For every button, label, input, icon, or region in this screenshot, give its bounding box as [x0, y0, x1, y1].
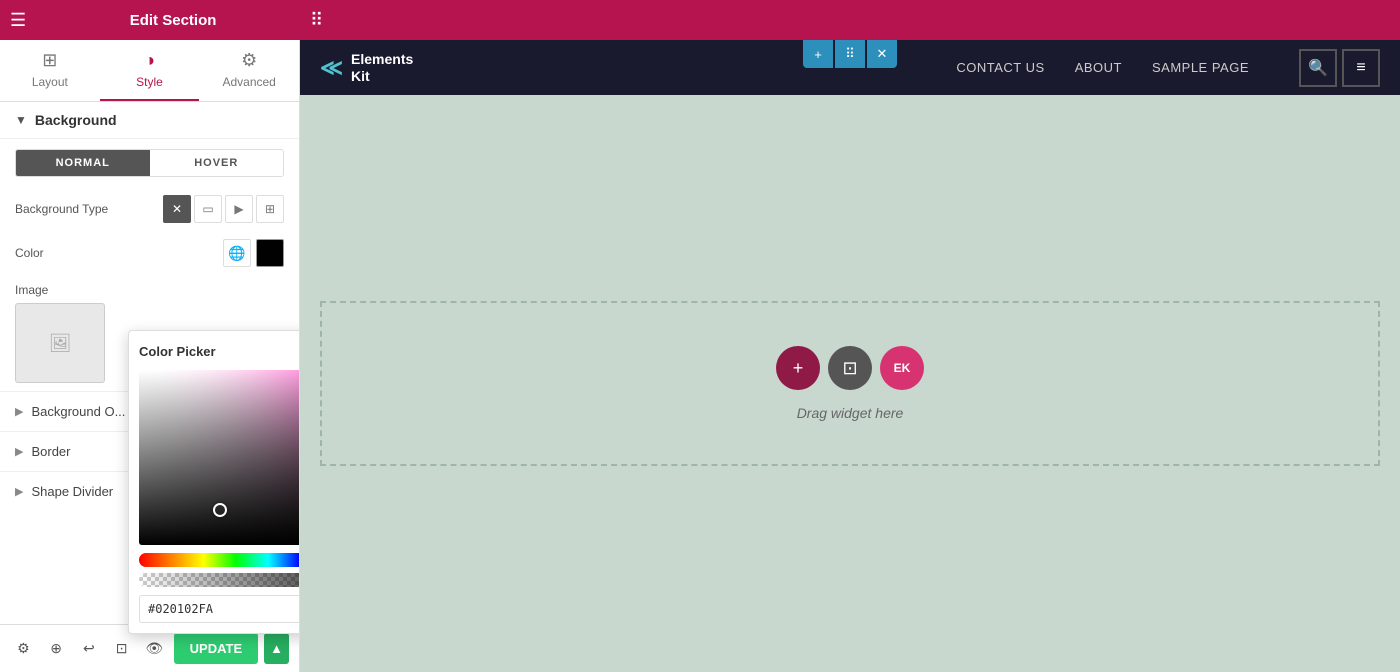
preview-toolbar-btn[interactable]: 👁 [141, 635, 168, 663]
nav-menu-btn[interactable]: ≡ [1342, 49, 1380, 87]
color-row: Color 🌐 [0, 231, 299, 275]
picker-title: Color Picker [139, 344, 300, 359]
normal-toggle-btn[interactable]: NORMAL [16, 150, 150, 176]
chevron-right-icon-overlay: ▶ [15, 405, 23, 418]
alpha-slider-wrapper [139, 573, 300, 587]
nav-links: CONTACT US ABOUT SAMPLE PAGE [956, 60, 1249, 75]
canvas-move-btn[interactable]: ⠿ [835, 40, 865, 68]
page-title: Edit Section [36, 12, 310, 29]
hex-input[interactable] [139, 595, 300, 623]
picker-header: Color Picker ↺ + ⋮ ✒ [139, 341, 300, 362]
background-type-label: Background Type [15, 202, 163, 216]
normal-hover-toggle: NORMAL HOVER [15, 149, 284, 177]
type-icon-gradient[interactable]: ▭ [194, 195, 222, 223]
color-swatch[interactable] [256, 239, 284, 267]
shape-divider-label: Shape Divider [31, 484, 113, 499]
type-icon-video[interactable]: ▶ [225, 195, 253, 223]
color-picker-popup: Color Picker ↺ + ⋮ ✒ [128, 330, 300, 634]
background-type-row: Background Type ✕ ▭ ▶ ⊞ [0, 187, 299, 231]
ek-btn[interactable]: EK [880, 346, 924, 390]
ek-logo-icon: ≪ [320, 55, 343, 81]
add-widget-btn[interactable]: + [776, 346, 820, 390]
chevron-down-icon: ▼ [15, 113, 27, 127]
image-placeholder[interactable]: 🖼 [15, 303, 105, 383]
image-label: Image [15, 283, 284, 297]
canvas-area: + ⠿ ✕ ≪ Elements Kit CONTACT US ABOUT SA… [300, 40, 1400, 672]
color-controls: 🌐 [223, 239, 284, 267]
tab-advanced-label: Advanced [222, 75, 275, 89]
canvas-close-btn[interactable]: ✕ [867, 40, 897, 68]
type-icon-solid[interactable]: ✕ [163, 195, 191, 223]
nav-icons: 🔍 ≡ [1299, 49, 1380, 87]
layout-icon: ⊞ [42, 50, 57, 71]
main-layout: ⊞ Layout ◑ Style ⚙ Advanced ▼ Background… [0, 40, 1400, 672]
canvas-add-btn[interactable]: + [803, 40, 833, 68]
hover-toggle-btn[interactable]: HOVER [150, 150, 284, 176]
tab-style-label: Style [136, 75, 163, 89]
history-toolbar-btn[interactable]: ↩ [75, 635, 102, 663]
section-content: + ⊡ EK Drag widget here [300, 95, 1400, 672]
tab-style[interactable]: ◑ Style [100, 40, 200, 101]
hex-input-row [139, 595, 300, 623]
color-gradient-canvas[interactable] [139, 370, 300, 545]
background-section-header[interactable]: ▼ Background [0, 102, 299, 139]
gradient-dark-overlay [139, 370, 300, 545]
template-btn[interactable]: ⊡ [828, 346, 872, 390]
canvas-top-bar: + ⠿ ✕ [803, 40, 897, 68]
settings-toolbar-btn[interactable]: ⚙ [10, 635, 37, 663]
background-type-icons: ✕ ▭ ▶ ⊞ [163, 195, 284, 223]
update-button[interactable]: UPDATE [174, 633, 258, 664]
top-bar: ☰ Edit Section ⠿ [0, 0, 1400, 40]
border-label: Border [31, 444, 70, 459]
global-color-btn[interactable]: 🌐 [223, 239, 251, 267]
nav-logo: ≪ Elements Kit [320, 51, 413, 85]
hamburger-icon[interactable]: ☰ [10, 10, 26, 31]
update-arrow-button[interactable]: ▲ [264, 633, 289, 664]
color-label: Color [15, 246, 223, 260]
nav-link-about[interactable]: ABOUT [1075, 60, 1122, 75]
tab-layout-label: Layout [32, 75, 68, 89]
drag-widget-text: Drag widget here [797, 405, 904, 421]
tab-advanced[interactable]: ⚙ Advanced [199, 40, 299, 101]
background-section-title: Background [35, 112, 117, 128]
chevron-right-icon-shape: ▶ [15, 485, 23, 498]
advanced-icon: ⚙ [241, 50, 257, 71]
chevron-right-icon-border: ▶ [15, 445, 23, 458]
sidebar: ⊞ Layout ◑ Style ⚙ Advanced ▼ Background… [0, 40, 300, 672]
layers-toolbar-btn[interactable]: ⊕ [43, 635, 70, 663]
style-icon: ◑ [144, 50, 155, 71]
type-icon-slideshow[interactable]: ⊞ [256, 195, 284, 223]
alpha-gradient [139, 573, 300, 587]
nav-logo-text: Elements Kit [351, 51, 413, 85]
nav-search-btn[interactable]: 🔍 [1299, 49, 1337, 87]
dashed-drop-box[interactable]: + ⊡ EK Drag widget here [320, 301, 1380, 466]
hue-slider[interactable] [139, 553, 300, 567]
grid-icon[interactable]: ⠿ [310, 10, 323, 31]
tab-layout[interactable]: ⊞ Layout [0, 40, 100, 101]
background-overlay-label: Background O... [31, 404, 125, 419]
nav-link-contact[interactable]: CONTACT US [956, 60, 1044, 75]
nav-link-sample[interactable]: SAMPLE PAGE [1152, 60, 1249, 75]
drag-buttons: + ⊡ EK [776, 346, 924, 390]
sidebar-tabs: ⊞ Layout ◑ Style ⚙ Advanced [0, 40, 299, 102]
top-bar-left: ☰ Edit Section [10, 10, 310, 31]
responsive-toolbar-btn[interactable]: ⊡ [108, 635, 135, 663]
